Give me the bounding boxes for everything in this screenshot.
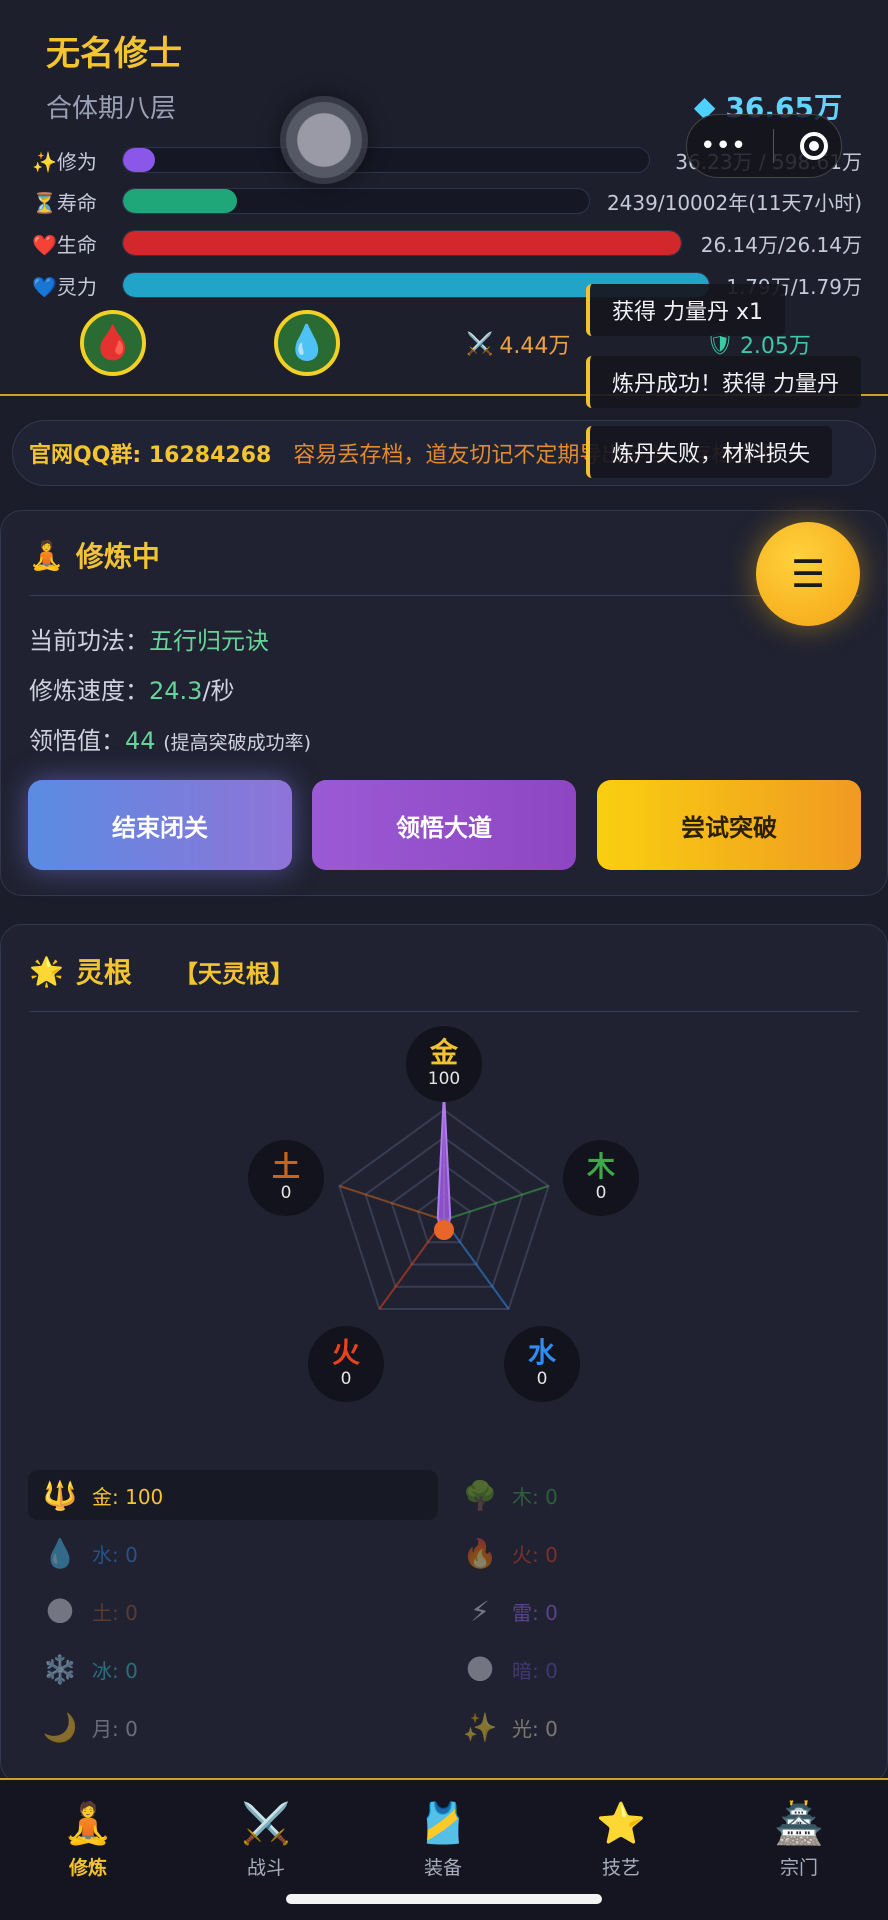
radar-center-dot — [434, 1220, 454, 1240]
element-name: 火 — [331, 1336, 360, 1369]
element-node: 火0 — [308, 1326, 384, 1402]
tab-label: 装备 — [423, 1857, 462, 1879]
toast-message: 炼丹失败，材料损失 — [586, 426, 833, 478]
element-value: 0 — [280, 1183, 292, 1203]
element-stat-text: 木: 0 — [512, 1484, 558, 1509]
tab-icon: 🏯 — [774, 1801, 824, 1847]
tab-3[interactable]: ⭐ 技艺 — [561, 1800, 681, 1880]
element-stat: 🌙 月: 0 — [28, 1702, 438, 1752]
element-stat: ❄️ 冰: 0 — [28, 1644, 438, 1694]
tab-1[interactable]: ⚔️ 战斗 — [206, 1800, 326, 1880]
element-stat-text: 月: 0 — [92, 1716, 138, 1741]
element-icon: 🌑 — [465, 1652, 495, 1686]
tab-4[interactable]: 🏯 宗门 — [739, 1800, 859, 1880]
element-icon: ⚡ — [470, 1594, 490, 1628]
element-icon: 🔥 — [462, 1536, 498, 1570]
element-stat: 🌑 土: 0 — [28, 1586, 438, 1636]
tab-icon: ⭐ — [596, 1801, 646, 1847]
home-indicator — [286, 1894, 602, 1904]
element-stat-text: 水: 0 — [92, 1542, 138, 1567]
tab-label: 修炼 — [68, 1857, 107, 1879]
tab-icon: ⚔️ — [241, 1801, 291, 1847]
element-stat-text: 光: 0 — [512, 1716, 558, 1741]
element-icon: 🌳 — [462, 1478, 498, 1512]
element-icon: 🌑 — [45, 1594, 75, 1628]
element-stat-text: 土: 0 — [92, 1600, 138, 1625]
element-name: 木 — [586, 1150, 615, 1183]
element-stat: 🔱 金: 100 — [28, 1470, 438, 1520]
element-stat-text: 火: 0 — [512, 1542, 558, 1567]
element-name: 水 — [527, 1336, 556, 1369]
element-node: 木0 — [563, 1140, 639, 1216]
element-node: 水0 — [504, 1326, 580, 1402]
element-stat-text: 暗: 0 — [512, 1658, 558, 1683]
element-stat-text: 金: 100 — [92, 1484, 164, 1509]
element-stat-text: 雷: 0 — [512, 1600, 558, 1625]
element-node: 金 100 — [406, 1026, 482, 1102]
element-value: 0 — [536, 1369, 548, 1389]
tab-label: 技艺 — [601, 1857, 640, 1879]
element-icon: ✨ — [462, 1710, 498, 1744]
tab-icon: 🎽 — [418, 1801, 468, 1847]
element-name: 土 — [271, 1150, 300, 1183]
tab-icon: 🧘 — [63, 1801, 113, 1847]
element-stat: 💧 水: 0 — [28, 1528, 438, 1578]
element-stat: 🌳 木: 0 — [448, 1470, 858, 1520]
element-icon: 🔱 — [42, 1478, 78, 1512]
element-icon: 🌙 — [42, 1710, 78, 1744]
element-stat: 🌑 暗: 0 — [448, 1644, 858, 1694]
element-node: 土0 — [248, 1140, 324, 1216]
element-value: 0 — [340, 1369, 352, 1389]
element-stat: ⚡ 雷: 0 — [448, 1586, 858, 1636]
tab-0[interactable]: 🧘 修炼 — [28, 1800, 148, 1880]
tab-label: 宗门 — [779, 1857, 818, 1879]
element-stat: 🔥 火: 0 — [448, 1528, 858, 1578]
tab-label: 战斗 — [246, 1857, 285, 1879]
element-name: 金 — [429, 1036, 458, 1069]
element-stat-text: 冰: 0 — [92, 1658, 138, 1683]
element-icon: 💧 — [42, 1536, 78, 1570]
element-icon: ❄️ — [42, 1652, 78, 1686]
element-stat: ✨ 光: 0 — [448, 1702, 858, 1752]
tab-2[interactable]: 🎽 装备 — [383, 1800, 503, 1880]
element-value: 100 — [427, 1069, 461, 1089]
element-value: 0 — [595, 1183, 607, 1203]
